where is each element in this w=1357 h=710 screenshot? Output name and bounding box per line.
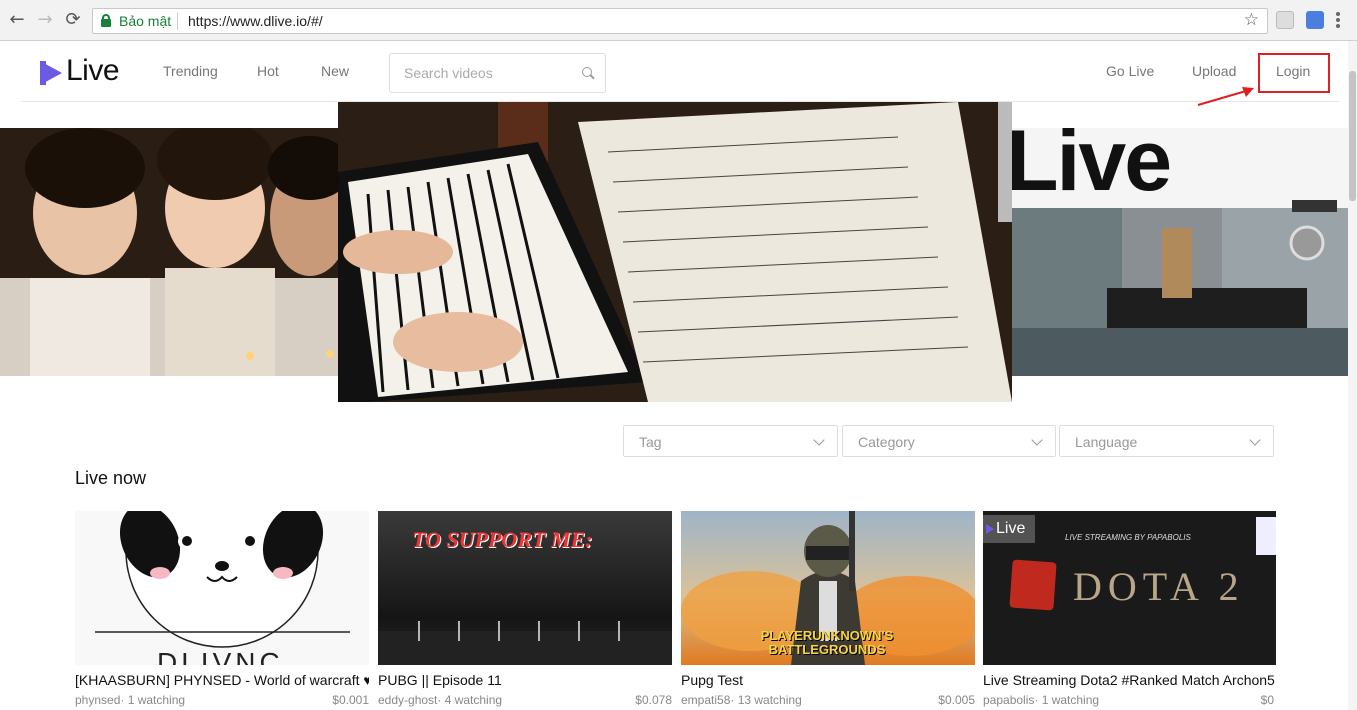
back-icon[interactable]: ← (6, 9, 28, 31)
card-price: $0.078 (635, 693, 672, 707)
search-input[interactable] (404, 63, 574, 83)
thumb-text: DLIVNC (157, 647, 284, 665)
upload-link[interactable]: Upload (1192, 63, 1236, 79)
forward-icon[interactable]: → (34, 9, 56, 31)
thumb-subtext: LIVE STREAMING BY PAPABOLIS (1065, 533, 1191, 542)
site-header: Live Trending Hot New Go Live Upload Log… (20, 41, 1340, 102)
card-price: $0 (1260, 693, 1274, 707)
card-title[interactable]: [KHAASBURN] PHYNSED - World of warcraft … (75, 672, 369, 688)
card-meta[interactable]: phynsed· 1 watching (75, 693, 185, 707)
address-bar[interactable]: Bảo mật https://www.dlive.io/#/ ☆ (92, 8, 1268, 34)
steemit-icon (1256, 517, 1276, 555)
page-scrollbar[interactable] (1348, 41, 1357, 710)
card-price: $0.001 (332, 693, 369, 707)
live-card[interactable]: DLIVNC [KHAASBURN] PHYNSED - World of wa… (75, 511, 369, 707)
nav-hot[interactable]: Hot (257, 63, 279, 79)
secure-label: Bảo mật (119, 13, 172, 29)
card-thumbnail[interactable]: Live LIVE STREAMING BY PAPABOLIS DOTA 2 (983, 511, 1276, 665)
dlive-logo-icon (40, 61, 62, 85)
hero-slide-center[interactable] (338, 102, 1012, 402)
chevron-down-icon (1249, 434, 1261, 446)
search-icon[interactable] (582, 67, 595, 80)
thumb-text: TO SUPPORT ME: (412, 527, 593, 552)
nav-trending[interactable]: Trending (163, 63, 218, 79)
translate-extension-icon[interactable] (1306, 11, 1324, 29)
card-title[interactable]: Live Streaming Dota2 #Ranked Match Archo… (983, 672, 1276, 688)
card-meta[interactable]: eddy-ghost· 4 watching (378, 693, 502, 707)
go-live-link[interactable]: Go Live (1106, 63, 1154, 79)
login-highlight-box (1258, 53, 1330, 93)
live-now-title: Live now (75, 468, 147, 488)
dlive-logo-icon (986, 524, 994, 534)
thumb-text: PLAYERUNKNOWN'S BATTLEGROUNDS (760, 628, 894, 657)
menu-icon[interactable] (1336, 12, 1340, 28)
reload-icon[interactable]: ⟳ (62, 9, 84, 31)
card-thumbnail[interactable]: TO SUPPORT ME: (378, 511, 672, 665)
dota-logo-icon (1009, 559, 1057, 611)
thumb-text: DOTA 2 (1073, 564, 1245, 609)
card-price: $0.005 (938, 693, 975, 707)
live-card[interactable]: Live LIVE STREAMING BY PAPABOLIS DOTA 2 … (983, 511, 1276, 707)
tag-select[interactable]: Tag (623, 425, 838, 457)
live-card[interactable]: TO SUPPORT ME: PUBG || Episode 11 eddy-g… (378, 511, 672, 707)
card-title[interactable]: PUBG || Episode 11 (378, 672, 672, 688)
card-meta[interactable]: empati58· 13 watching (681, 693, 802, 707)
extension-icon[interactable] (1276, 11, 1294, 29)
live-card[interactable]: PLAYERUNKNOWN'S BATTLEGROUNDS Pupg Test … (681, 511, 975, 707)
hero-carousel: Live (0, 102, 1357, 402)
chevron-down-icon (1031, 434, 1043, 446)
card-thumbnail[interactable]: PLAYERUNKNOWN'S BATTLEGROUNDS (681, 511, 975, 665)
browser-toolbar: ← → ⟳ Bảo mật https://www.dlive.io/#/ ☆ (0, 0, 1357, 41)
hero-slide-right[interactable]: Live (1012, 128, 1349, 376)
scrollbar-thumb[interactable] (1349, 71, 1356, 201)
hero-slide-left[interactable] (0, 128, 338, 376)
bookmark-star-icon[interactable]: ☆ (1244, 10, 1259, 30)
card-thumbnail[interactable]: DLIVNC (75, 511, 369, 665)
nav-new[interactable]: New (321, 63, 349, 79)
lock-icon (101, 14, 111, 27)
live-badge: Live (996, 520, 1026, 537)
card-meta[interactable]: papabolis· 1 watching (983, 693, 1099, 707)
category-select[interactable]: Category (842, 425, 1056, 457)
search-box (389, 53, 606, 93)
language-select[interactable]: Language (1059, 425, 1274, 457)
chevron-down-icon (813, 434, 825, 446)
hero-right-text: Live (1012, 128, 1172, 209)
url-text[interactable]: https://www.dlive.io/#/ (188, 13, 323, 29)
card-title[interactable]: Pupg Test (681, 672, 975, 688)
